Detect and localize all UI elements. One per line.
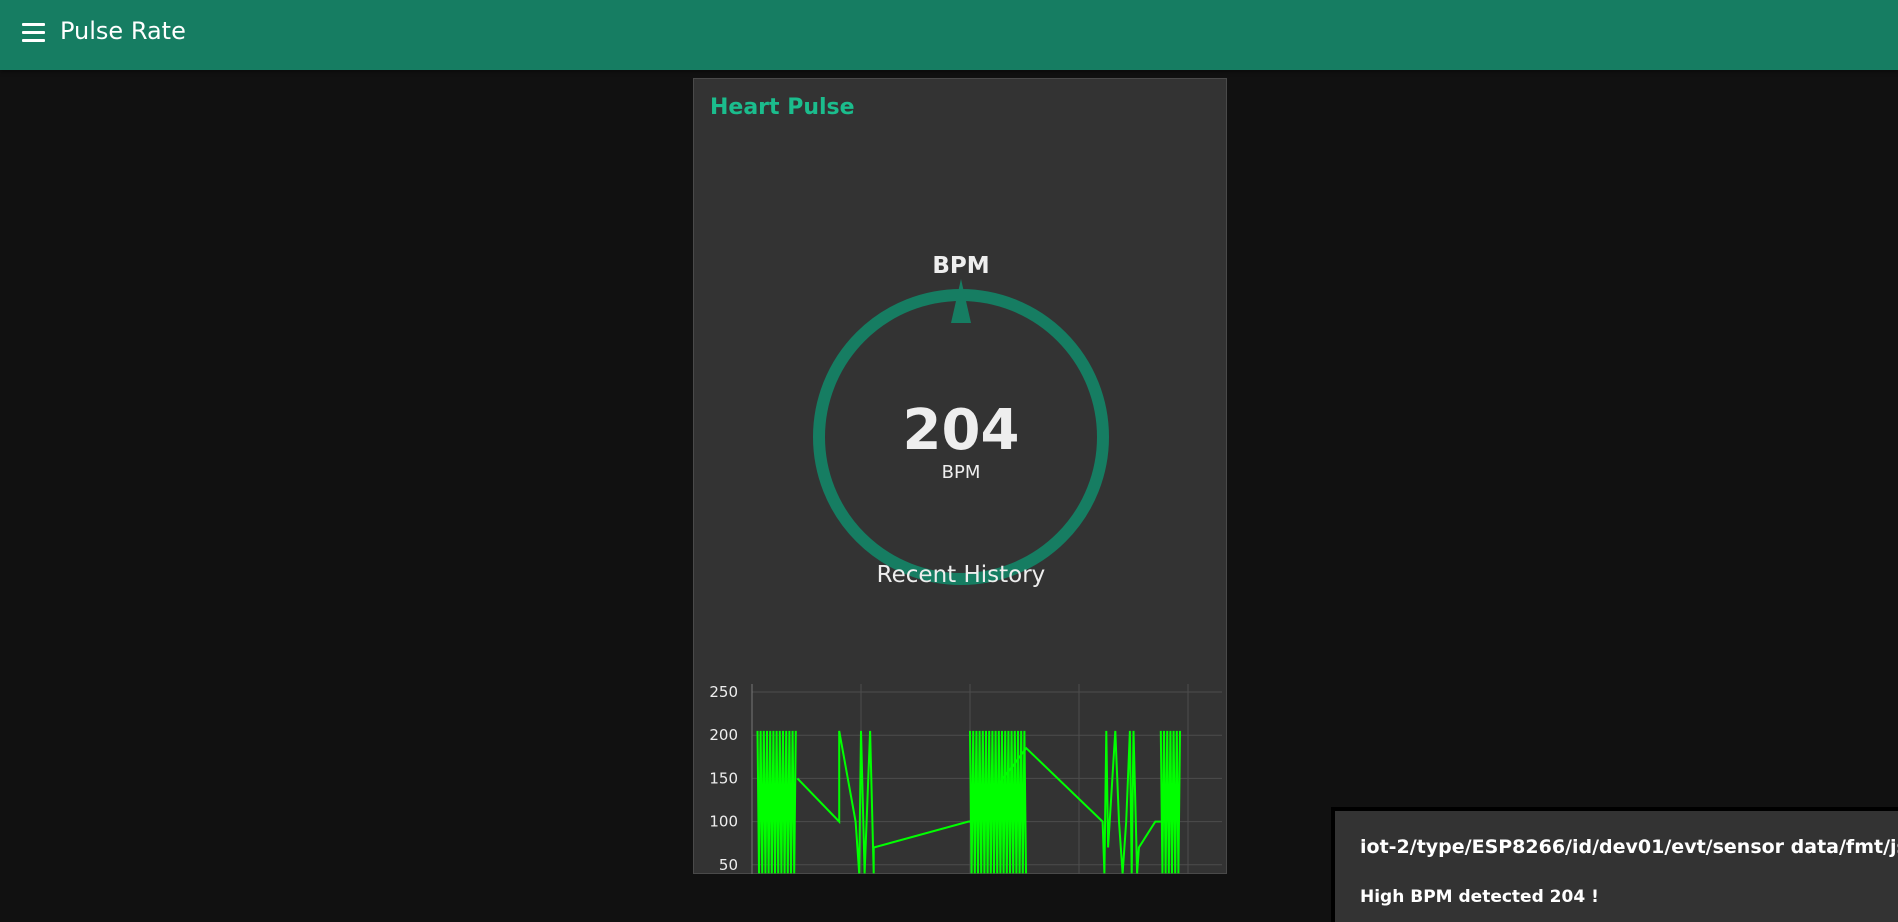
group-title: Heart Pulse [710,95,855,120]
y-tick-label: 150 [709,769,738,787]
y-tick-label: 100 [709,813,738,831]
gauge-value: 204 [903,398,1020,463]
toast-title: iot-2/type/ESP8266/id/dev01/evt/sensor d… [1360,836,1898,858]
y-tick-label: 50 [719,856,738,874]
y-tick-label: 200 [709,726,738,744]
series-burst [756,730,797,874]
bpm-gauge: BPM 204 BPM [813,253,1109,585]
hamburger-menu-icon[interactable] [22,23,46,43]
series-burst [1159,730,1181,874]
toast-message: High BPM detected 204 ! [1360,887,1599,907]
top-toolbar: Pulse Rate [0,0,1898,70]
gauge-units: BPM [942,462,981,483]
page-title: Pulse Rate [60,17,186,45]
gauge-label: BPM [932,253,989,279]
y-tick-label: 250 [709,683,738,701]
heart-pulse-group: Heart Pulse BPM 204 BPM Recent History 0… [693,78,1227,874]
notification-toast[interactable]: iot-2/type/ESP8266/id/dev01/evt/sensor d… [1331,807,1898,922]
series-burst [969,730,1027,874]
recent-history-chart: 05010015020025018:05:0018:15:0018:25:001… [709,683,1222,874]
